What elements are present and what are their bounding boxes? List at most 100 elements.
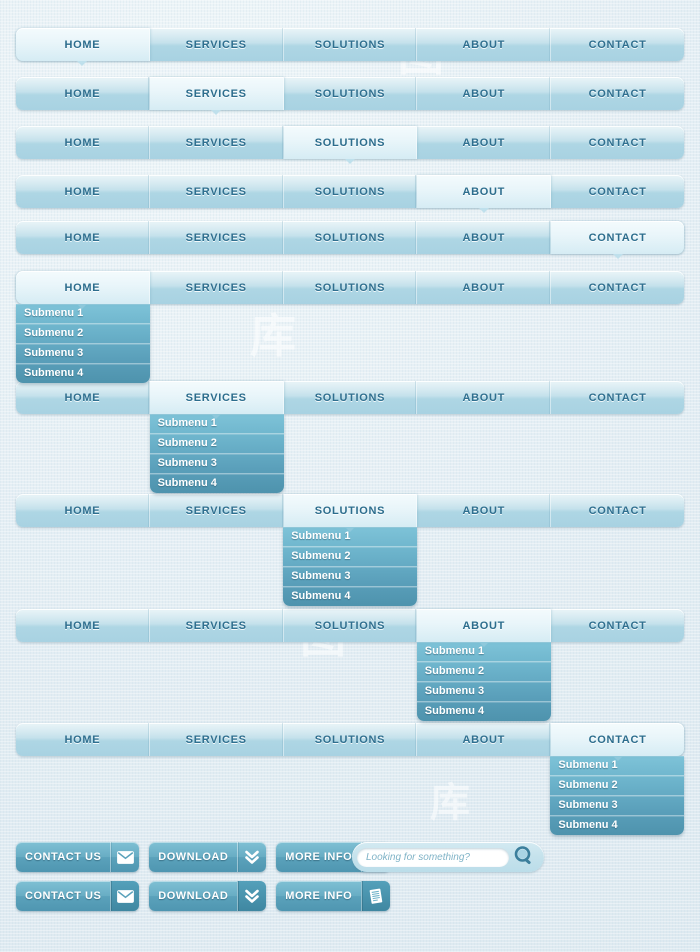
nav-tab-label: CONTACT — [588, 185, 647, 198]
nav-bar: HOME SERVICES SOLUTIONS ABOUT CONTACT — [16, 609, 684, 647]
nav-bar: HOME SERVICES SOLUTIONS ABOUT CONTACT — [16, 271, 684, 309]
nav-tab-contact[interactable]: CONTACT — [551, 221, 684, 259]
nav-tab-services[interactable]: SERVICES — [150, 723, 284, 756]
nav-tab-home[interactable]: HOME — [16, 271, 150, 309]
submenu: Submenu 1 Submenu 2 Submenu 3 Submenu 4 — [416, 642, 551, 721]
nav-tab-about[interactable]: ABOUT — [417, 77, 552, 110]
nav-tab-solutions[interactable]: SOLUTIONS — [284, 28, 418, 61]
nav-tab-label: ABOUT — [462, 87, 506, 100]
nav-row: HOME SERVICES SOLUTIONS ABOUT CONTACT — [16, 126, 684, 164]
nav-tab-services[interactable]: SERVICES — [150, 609, 284, 642]
ui-kit-stage: HOME SERVICES SOLUTIONS ABOUT CONTACT HOME SER… — [0, 0, 700, 952]
submenu: Submenu 1 Submenu 2 Submenu 3 Submenu 4 — [149, 414, 284, 493]
nav-tab-contact[interactable]: CONTACT — [551, 381, 684, 414]
nav-tab-solutions[interactable]: SOLUTIONS — [284, 221, 418, 254]
nav-tab-label: SOLUTIONS — [314, 231, 386, 244]
nav-tab-services[interactable]: SERVICES — [149, 77, 284, 115]
nav-tab-services[interactable]: SERVICES — [150, 221, 284, 254]
button-row-light: CONTACT US DOWNLOAD MORE INFO — [16, 842, 391, 872]
submenu-item[interactable]: Submenu 4 — [283, 587, 417, 606]
submenu-item[interactable]: Submenu 3 — [149, 454, 284, 474]
button-label: CONTACT US — [25, 890, 102, 902]
submenu-item[interactable]: Submenu 2 — [550, 776, 685, 796]
nav-tab-solutions[interactable]: SOLUTIONS — [283, 126, 418, 164]
nav-bar: HOME SERVICES SOLUTIONS ABOUT CONTACT — [16, 175, 684, 213]
nav-tab-home[interactable]: HOME — [16, 723, 150, 756]
nav-tab-services[interactable]: SERVICES — [150, 126, 284, 159]
submenu-item[interactable]: Submenu 2 — [149, 434, 284, 454]
submenu-item[interactable]: Submenu 3 — [416, 682, 551, 702]
nav-tab-home[interactable]: HOME — [16, 175, 150, 208]
submenu-item[interactable]: Submenu 2 — [16, 324, 150, 344]
nav-tab-label: CONTACT — [588, 733, 647, 746]
submenu-item[interactable]: Submenu 2 — [283, 547, 418, 567]
nav-tab-home[interactable]: HOME — [16, 28, 150, 66]
nav-row: HOME SERVICES SOLUTIONS ABOUT CONTACT Submenu… — [16, 494, 684, 606]
nav-tab-contact[interactable]: CONTACT — [551, 271, 684, 304]
download-button[interactable]: DOWNLOAD — [149, 842, 267, 872]
nav-tab-solutions[interactable]: SOLUTIONS — [284, 381, 418, 414]
nav-tab-services[interactable]: SERVICES — [150, 494, 284, 527]
nav-tab-contact[interactable]: CONTACT — [551, 175, 684, 208]
document-icon — [361, 881, 391, 911]
nav-tab-solutions[interactable]: SOLUTIONS — [284, 609, 418, 642]
submenu-item[interactable]: Submenu 4 — [150, 474, 284, 493]
nav-tab-home[interactable]: HOME — [16, 221, 150, 254]
nav-tab-solutions[interactable]: SOLUTIONS — [284, 271, 418, 304]
nav-tab-label: ABOUT — [462, 185, 506, 198]
nav-tab-services[interactable]: SERVICES — [150, 28, 284, 61]
download-button[interactable]: DOWNLOAD — [149, 881, 267, 911]
nav-tab-solutions[interactable]: SOLUTIONS — [284, 723, 418, 756]
nav-tab-label: HOME — [64, 619, 101, 632]
submenu: Submenu 1 Submenu 2 Submenu 3 Submenu 4 — [283, 527, 418, 606]
nav-tab-home[interactable]: HOME — [16, 381, 150, 414]
nav-tab-contact[interactable]: CONTACT — [551, 494, 684, 527]
search-input[interactable] — [357, 847, 509, 867]
submenu-item[interactable]: Submenu 2 — [416, 662, 551, 682]
search-button[interactable] — [509, 844, 539, 870]
contact-us-button[interactable]: CONTACT US — [16, 881, 140, 911]
envelope-icon — [110, 881, 140, 911]
nav-tab-services[interactable]: SERVICES — [150, 175, 284, 208]
nav-tab-label: SERVICES — [185, 733, 247, 746]
submenu-item[interactable]: Submenu 4 — [417, 702, 551, 721]
nav-tab-contact[interactable]: CONTACT — [551, 609, 684, 642]
nav-bar: HOME SERVICES SOLUTIONS ABOUT CONTACT — [16, 723, 684, 761]
nav-tab-about[interactable]: ABOUT — [417, 175, 552, 213]
nav-tab-label: CONTACT — [588, 391, 647, 404]
nav-tab-contact[interactable]: CONTACT — [551, 77, 684, 110]
nav-tab-home[interactable]: HOME — [16, 126, 150, 159]
nav-tab-contact[interactable]: CONTACT — [551, 28, 684, 61]
nav-tab-contact[interactable]: CONTACT — [551, 723, 684, 761]
nav-tab-about[interactable]: ABOUT — [417, 609, 552, 647]
nav-tab-services[interactable]: SERVICES — [150, 271, 284, 304]
nav-tab-solutions[interactable]: SOLUTIONS — [284, 77, 418, 110]
submenu-item[interactable]: Submenu 3 — [283, 567, 418, 587]
nav-tab-label: SERVICES — [185, 231, 247, 244]
nav-tab-about[interactable]: ABOUT — [417, 271, 552, 304]
nav-tab-solutions[interactable]: SOLUTIONS — [283, 494, 418, 532]
nav-tab-home[interactable]: HOME — [16, 494, 150, 527]
nav-tab-home[interactable]: HOME — [16, 609, 150, 642]
contact-us-button[interactable]: CONTACT US — [16, 842, 140, 872]
nav-tab-solutions[interactable]: SOLUTIONS — [284, 175, 418, 208]
nav-bar: HOME SERVICES SOLUTIONS ABOUT CONTACT — [16, 494, 684, 532]
nav-tab-about[interactable]: ABOUT — [417, 381, 552, 414]
nav-tab-contact[interactable]: CONTACT — [551, 126, 684, 159]
nav-tab-services[interactable]: SERVICES — [149, 381, 284, 419]
nav-tab-about[interactable]: ABOUT — [417, 221, 552, 254]
nav-tab-about[interactable]: ABOUT — [417, 723, 552, 756]
nav-tab-label: ABOUT — [462, 136, 506, 149]
submenu-item[interactable]: Submenu 3 — [550, 796, 685, 816]
nav-tab-label: ABOUT — [462, 38, 506, 51]
submenu-item[interactable]: Submenu 4 — [550, 816, 684, 835]
nav-tab-home[interactable]: HOME — [16, 77, 150, 110]
nav-tab-about[interactable]: ABOUT — [417, 28, 552, 61]
nav-row: HOME SERVICES SOLUTIONS ABOUT CONTACT Submenu… — [16, 381, 684, 493]
nav-tab-label: SOLUTIONS — [314, 38, 386, 51]
submenu-item[interactable]: Submenu 3 — [16, 344, 150, 364]
more-info-button[interactable]: MORE INFO — [276, 881, 391, 911]
nav-tab-about[interactable]: ABOUT — [417, 494, 552, 527]
nav-tab-about[interactable]: ABOUT — [417, 126, 552, 159]
search-box[interactable] — [352, 842, 544, 872]
